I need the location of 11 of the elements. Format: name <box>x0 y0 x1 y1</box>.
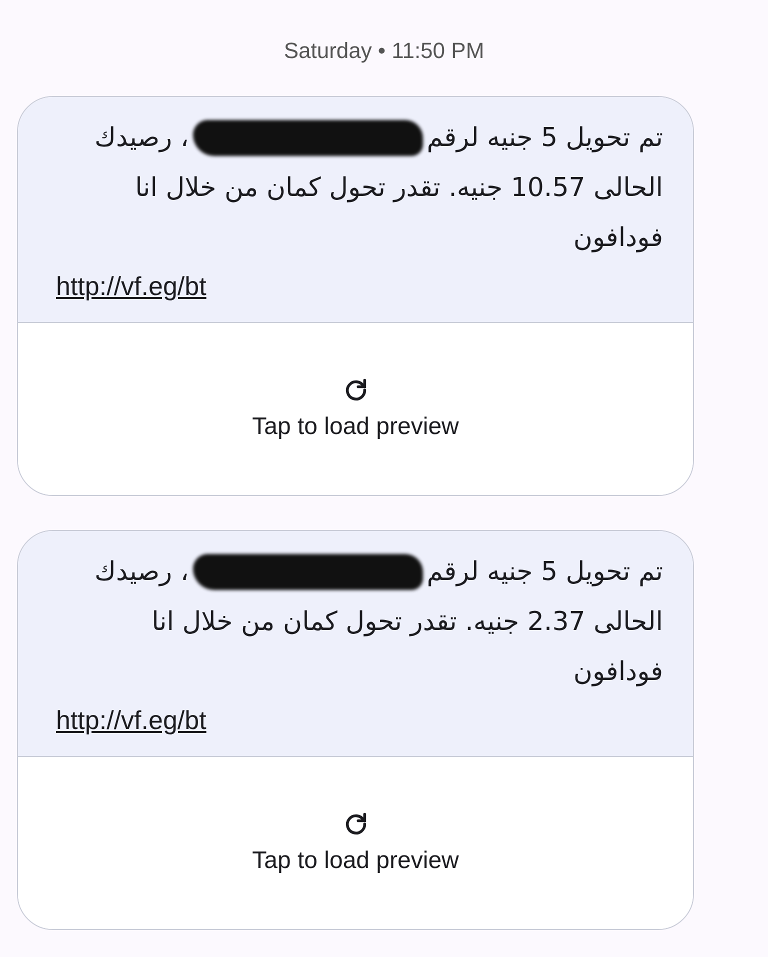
message-text: الحالى 10.57 جنيه. تقدر تحول كمان من خلال انا فودافون <box>135 173 663 253</box>
message-text: الحالى 2.37 جنيه. تقدر تحول كمان من خلال انا فودافون <box>152 607 663 687</box>
message-text: تم تحويل 5 جنيه لرقم <box>426 122 663 155</box>
message-text: ، رصيدك <box>94 556 189 589</box>
separator-dot: • <box>378 38 386 64</box>
day-label: Saturday <box>284 38 372 64</box>
message-link[interactable]: http://vf.eg/bt <box>56 271 206 302</box>
message-text: تم تحويل 5 جنيه لرقم <box>426 556 663 589</box>
time-label: 11:50 PM <box>392 38 484 64</box>
message-text: ، رصيدك <box>94 122 189 155</box>
message-link[interactable]: http://vf.eg/bt <box>56 705 206 736</box>
